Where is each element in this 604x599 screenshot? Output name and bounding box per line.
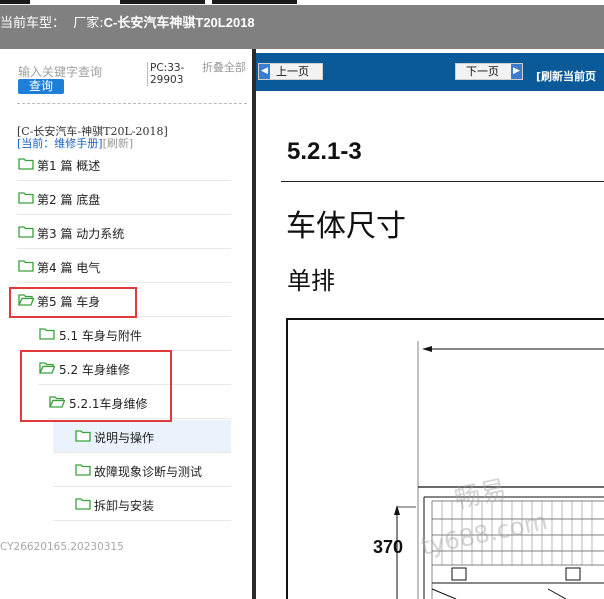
tree-item-electrical[interactable]: 第4 篇 电气 — [17, 250, 231, 283]
fold-all-button[interactable]: 折叠全部 — [202, 62, 250, 73]
arrow-right-icon: ▶ — [511, 64, 522, 79]
current-model: 当前车型： 厂家:C-长安汽车神骐T20L2018 — [0, 12, 255, 31]
tree-item-label: 第1 篇 概述 — [37, 159, 101, 173]
tree-item-powertrain[interactable]: 第3 篇 动力系统 — [17, 216, 231, 249]
tree-item-diagnosis[interactable]: 故障现象诊断与测试 — [53, 454, 231, 487]
prev-page-label: 上一页 — [276, 65, 309, 78]
section-number: 5.2.1-3 — [287, 138, 362, 165]
top-tab-1[interactable] — [0, 0, 30, 4]
next-page-button[interactable]: 下一页 ▶ — [455, 63, 523, 80]
refresh-page-button[interactable]: [刷新当前页 — [536, 68, 596, 84]
model-label: 当前车型： — [0, 16, 66, 31]
dimension-label: 370 — [373, 537, 403, 557]
header-bar: 当前车型： 厂家:C-长安汽车神骐T20L2018 — [0, 5, 604, 49]
next-page-label: 下一页 — [466, 65, 499, 78]
folder-icon — [75, 464, 91, 476]
document-id: CY26620165.20230315 — [0, 541, 124, 553]
arrow-left-icon: ◀ — [259, 64, 270, 79]
tree-item-label: 第3 篇 动力系统 — [37, 227, 125, 241]
search-button[interactable]: 查询 — [18, 79, 64, 94]
folder-icon — [18, 226, 34, 238]
tree-item-body-accessories[interactable]: 5.1 车身与附件 — [38, 318, 231, 351]
tree-item-label: 第2 篇 底盘 — [37, 193, 101, 207]
folder-icon — [18, 260, 34, 272]
tree-item-label: 第4 篇 电气 — [37, 261, 101, 275]
tree-item-chassis[interactable]: 第2 篇 底盘 — [17, 182, 231, 215]
highlight-box-body — [9, 287, 137, 318]
top-tab-3[interactable] — [212, 0, 297, 4]
folder-icon — [18, 158, 34, 170]
folder-icon — [75, 498, 91, 510]
pc-code: PC:33-29903 — [147, 62, 198, 86]
document-title: 车体尺寸 — [286, 209, 406, 244]
prev-page-button[interactable]: ◀ 上一页 — [258, 63, 323, 80]
folder-icon — [39, 328, 55, 340]
top-tab-2[interactable] — [120, 0, 205, 4]
tree-item-removal-installation[interactable]: 拆卸与安装 — [53, 488, 231, 521]
divider — [17, 103, 247, 104]
search-input[interactable] — [18, 64, 143, 80]
document-subtitle: 单排 — [287, 267, 335, 295]
model-name: C-长安汽车神骐T20L2018 — [103, 15, 255, 30]
tree-item-label: 拆卸与安装 — [94, 499, 155, 513]
tree-item-description-operation[interactable]: 说明与操作 — [53, 420, 231, 453]
document-content: 5.2.1-3 车体尺寸 单排 370 — [256, 91, 604, 599]
highlight-box-repair — [20, 350, 172, 422]
tree-item-label: 说明与操作 — [94, 431, 155, 445]
document-toolbar: ◀ 上一页 下一页 ▶ [刷新当前页 — [256, 53, 604, 91]
tree-item-label: 5.1 车身与附件 — [59, 329, 142, 343]
folder-icon — [18, 192, 34, 204]
folder-icon — [75, 430, 91, 442]
manufacturer-label: 厂家: — [73, 16, 104, 31]
section-rule — [281, 181, 604, 182]
tree-item-overview[interactable]: 第1 篇 概述 — [17, 148, 231, 181]
tree-item-label: 故障现象诊断与测试 — [94, 465, 203, 479]
